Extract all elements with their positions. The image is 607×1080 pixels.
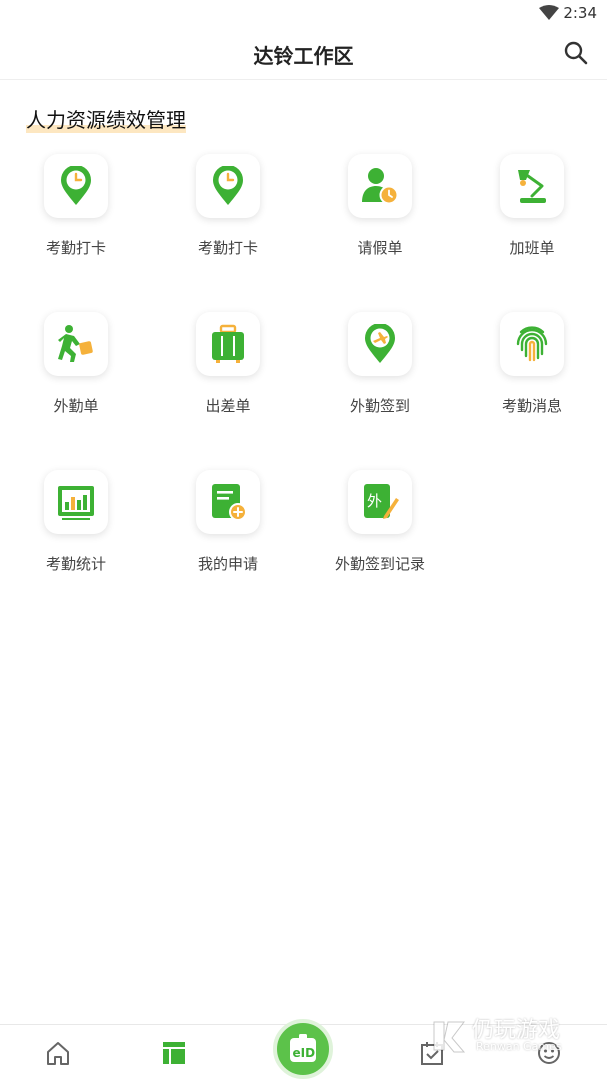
search-icon[interactable] (563, 40, 589, 66)
fingerprint-icon (516, 326, 548, 362)
status-bar: 2:34 (0, 0, 607, 28)
grid-item-attendance-message[interactable]: 考勤消息 (456, 312, 607, 432)
grid-item-label: 外勤签到记录 (334, 555, 425, 573)
grid-item-label: 我的申请 (197, 555, 258, 573)
user-clock-icon (362, 168, 399, 205)
section-title: 人力资源绩效管理 (26, 104, 186, 133)
desk-lamp-icon (518, 170, 546, 203)
watermark: 仍玩游戏 Renwan Games (422, 1012, 587, 1062)
outside-sign-icon: 外 (364, 484, 399, 519)
tile[interactable]: 外 (348, 470, 412, 534)
tile[interactable] (44, 154, 108, 218)
section-title-text: 人力资源绩效管理 (26, 108, 186, 132)
grid-item-attendance-2[interactable]: 考勤打卡 (152, 154, 304, 274)
grid-item-label: 外勤单 (53, 397, 99, 415)
grid-item-attendance-1[interactable]: 考勤打卡 (0, 154, 152, 274)
tile[interactable] (44, 470, 108, 534)
tile[interactable] (196, 470, 260, 534)
bar-chart-icon (58, 486, 94, 520)
grid-item-label: 考勤打卡 (45, 239, 106, 257)
eid-button[interactable]: eID (273, 1019, 333, 1079)
status-time: 2:34 (563, 4, 597, 22)
eid-icon: eID (290, 1034, 316, 1062)
tile[interactable] (348, 154, 412, 218)
grid-item-field-signin[interactable]: 外勤签到 (304, 312, 456, 432)
watermark-subtitle: Renwan Games (476, 1040, 562, 1053)
grid-item-label: 考勤统计 (45, 555, 106, 573)
grid-item-label: 考勤打卡 (197, 239, 258, 257)
location-clock-icon (61, 166, 91, 205)
tile[interactable] (348, 312, 412, 376)
walking-person-icon (58, 325, 93, 362)
svg-text:外: 外 (367, 492, 382, 510)
location-clock-icon (213, 166, 243, 205)
grid-item-field-work[interactable]: 外勤单 (0, 312, 152, 432)
location-plane-icon (365, 324, 395, 363)
grid-item-field-signin-records[interactable]: 外 外勤签到记录 (304, 470, 456, 590)
tile[interactable] (500, 154, 564, 218)
grid-item-overtime[interactable]: 加班单 (456, 154, 607, 274)
grid-item-label: 考勤消息 (501, 397, 562, 415)
tile[interactable] (44, 312, 108, 376)
app-header: 达铃工作区 (0, 28, 607, 80)
grid-item-business-trip[interactable]: 出差单 (152, 312, 304, 432)
eid-label: eID (293, 1046, 316, 1060)
watermark-logo-icon (433, 1021, 466, 1053)
grid-item-my-applications[interactable]: 我的申请 (152, 470, 304, 590)
tile[interactable] (500, 312, 564, 376)
document-add-icon (212, 484, 247, 521)
grid-item-leave[interactable]: 请假单 (304, 154, 456, 274)
page-title: 达铃工作区 (253, 44, 354, 68)
grid-item-label: 请假单 (357, 239, 403, 257)
grid-item-label: 外勤签到 (349, 397, 410, 415)
grid-item-label: 出差单 (205, 397, 251, 415)
workspace-icon[interactable] (160, 1039, 188, 1067)
tile[interactable] (196, 154, 260, 218)
home-icon[interactable] (44, 1039, 72, 1067)
tile[interactable] (196, 312, 260, 376)
suitcase-icon (212, 324, 244, 363)
grid-item-label: 加班单 (509, 239, 555, 257)
wifi-icon (539, 5, 559, 20)
grid-item-attendance-stats[interactable]: 考勤统计 (0, 470, 152, 590)
